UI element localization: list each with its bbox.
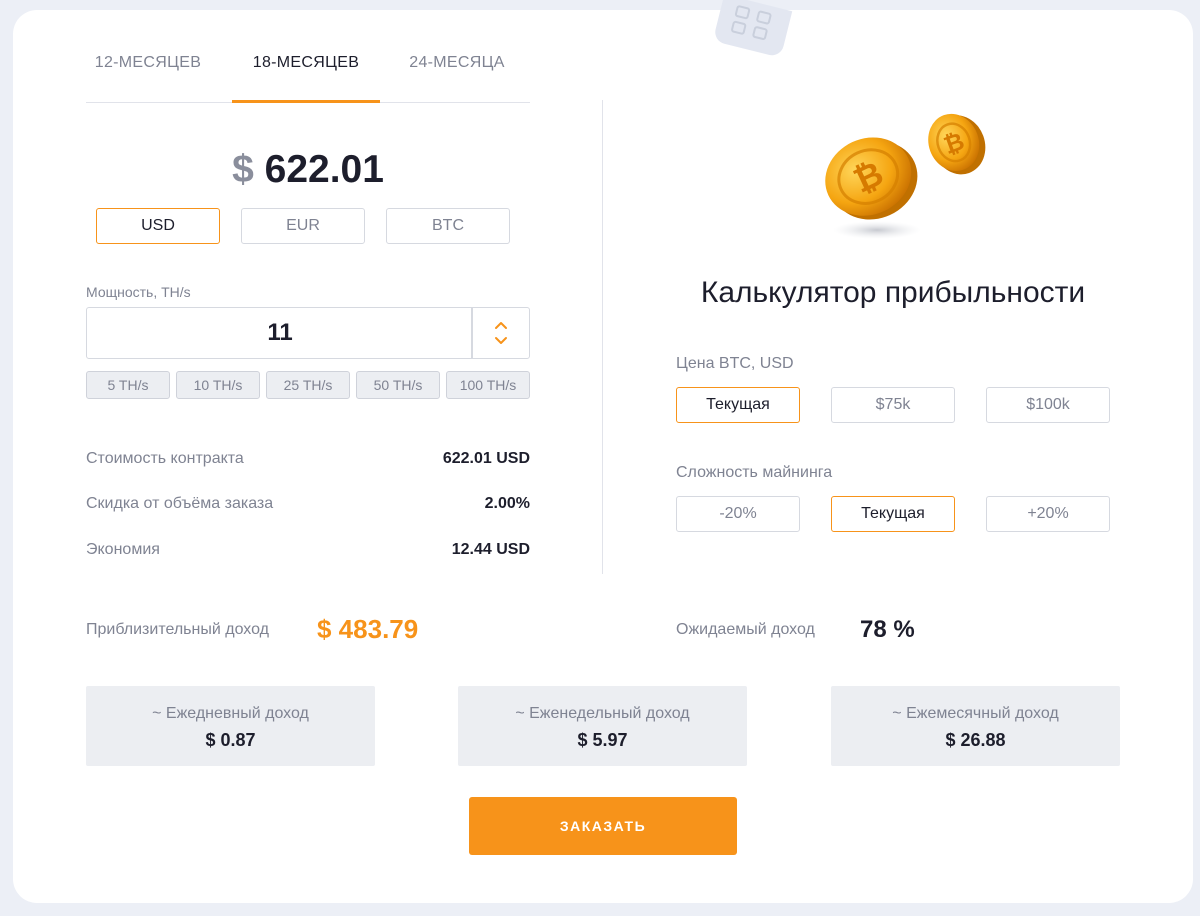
tab-18-months[interactable]: 18-МЕСЯЦЕВ [232,40,380,102]
savings-label: Экономия [86,541,160,558]
contract-cost-label: Стоимость контракта [86,450,244,467]
column-divider [602,100,603,574]
power-preset-5[interactable]: 5 TH/s [86,371,170,399]
power-input[interactable]: 11 [86,307,530,359]
chevron-up-down-icon[interactable] [494,321,508,345]
calculator-icon [715,0,795,56]
tab-24-months[interactable]: 24-МЕСЯЦА [402,40,512,102]
currency-usd-button[interactable]: USD [96,208,220,244]
monthly-income-label: ~ Ежемесячный доход [892,705,1059,722]
daily-income-box: ~ Ежедневный доход $ 0.87 [86,686,375,766]
calculator-card: 12-МЕСЯЦЕВ 18-МЕСЯЦЕВ 24-МЕСЯЦА $ 622.01… [13,0,1193,903]
order-button[interactable]: ЗАКАЗАТЬ [469,797,737,855]
power-preset-25[interactable]: 25 TH/s [266,371,350,399]
price-value: 622.01 [264,148,384,191]
term-tabs: 12-МЕСЯЦЕВ 18-МЕСЯЦЕВ 24-МЕСЯЦА [86,40,530,103]
difficulty-plus-20-button[interactable]: +20% [986,496,1110,532]
power-preset-50[interactable]: 50 TH/s [356,371,440,399]
monthly-income-box: ~ Ежемесячный доход $ 26.88 [831,686,1120,766]
currency-btc-button[interactable]: BTC [386,208,510,244]
difficulty-current-button[interactable]: Текущая [831,496,955,532]
active-tab-indicator [232,100,380,103]
expected-income-label: Ожидаемый доход [676,621,815,638]
power-label: Мощность, TH/s [86,284,191,300]
difficulty-label: Сложность майнинга [676,464,833,481]
contract-cost-value: 622.01 USD [442,450,530,467]
daily-income-value: $ 0.87 [205,730,256,750]
power-preset-10[interactable]: 10 TH/s [176,371,260,399]
btc-price-current-button[interactable]: Текущая [676,387,800,423]
power-stepper[interactable] [471,308,529,358]
expected-income-value: 78 % [860,616,915,643]
difficulty-minus-20-button[interactable]: -20% [676,496,800,532]
approx-income-label: Приблизительный доход [86,621,269,638]
bitcoin-coins-icon: ₿ ₿ [825,113,986,239]
contract-price: $ 622.01 [86,148,530,192]
approx-income-value: $ 483.79 [317,614,419,644]
weekly-income-label: ~ Еженедельный доход [515,705,690,722]
btc-price-label: Цена BTC, USD [676,355,794,372]
weekly-income-box: ~ Еженедельный доход $ 5.97 [458,686,747,766]
monthly-income-value: $ 26.88 [945,730,1006,750]
calculator-title: Калькулятор прибыльности [700,276,1086,309]
power-preset-100[interactable]: 100 TH/s [446,371,530,399]
power-value[interactable]: 11 [87,308,473,358]
price-currency-symbol: $ [232,148,254,191]
volume-discount-value: 2.00% [484,495,530,512]
daily-income-label: ~ Ежедневный доход [152,705,309,722]
btc-price-75k-button[interactable]: $75k [831,387,955,423]
btc-price-100k-button[interactable]: $100k [986,387,1110,423]
tab-12-months[interactable]: 12-МЕСЯЦЕВ [86,40,210,102]
currency-eur-button[interactable]: EUR [241,208,365,244]
savings-value: 12.44 USD [451,541,530,558]
volume-discount-label: Скидка от объёма заказа [86,495,274,512]
weekly-income-value: $ 5.97 [577,730,628,750]
